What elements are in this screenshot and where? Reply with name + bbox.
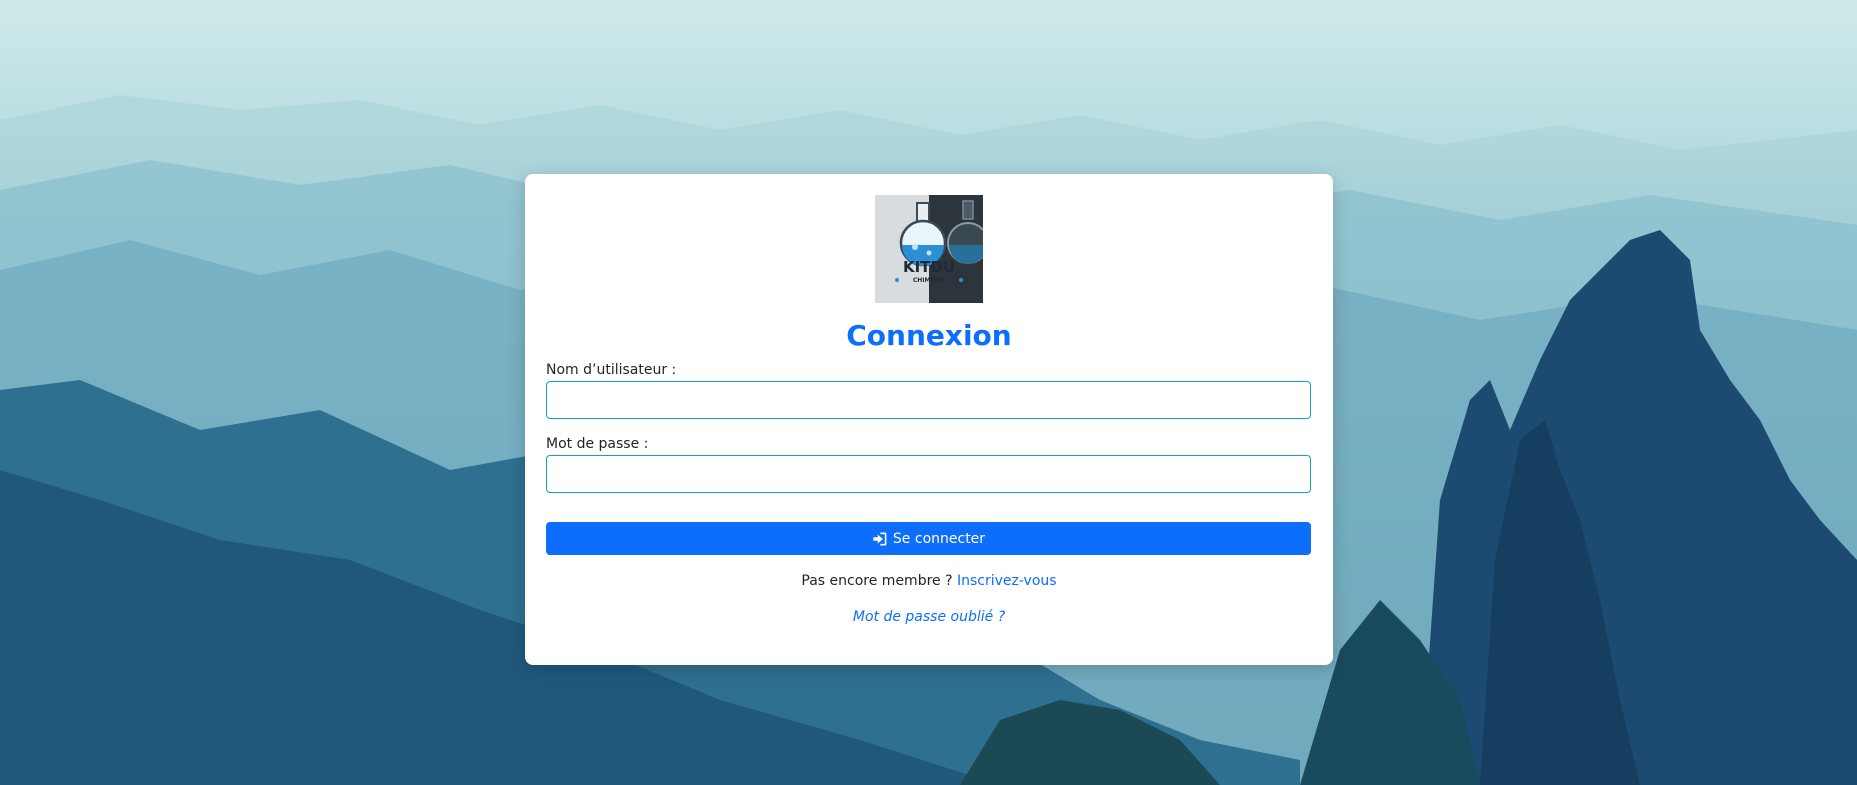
page-title: Connexion	[846, 319, 1012, 352]
password-field[interactable]	[546, 455, 1311, 493]
password-label: Mot de passe :	[546, 436, 649, 452]
flask-logo-icon: KITDU CHIMISTE	[875, 195, 983, 303]
login-card: KITDU CHIMISTE Connexion Nom d’utilisate…	[525, 174, 1333, 665]
site-logo: KITDU CHIMISTE	[875, 195, 983, 303]
forgot-password-row: Mot de passe oublié ?	[525, 609, 1333, 625]
logo-text-line1: KITDU	[903, 258, 955, 276]
login-button-label: Se connecter	[892, 530, 986, 547]
username-field[interactable]	[546, 381, 1311, 419]
logo-text-line2: CHIMISTE	[913, 277, 945, 284]
register-prompt-text: Pas encore membre ?	[801, 573, 953, 589]
register-link[interactable]: Inscrivez-vous	[957, 573, 1057, 589]
login-button[interactable]: Se connecter	[546, 522, 1311, 555]
username-label: Nom d’utilisateur :	[546, 362, 677, 378]
sign-in-icon	[872, 532, 887, 546]
register-prompt: Pas encore membre ? Inscrivez-vous	[525, 573, 1333, 589]
forgot-password-link[interactable]: Mot de passe oublié ?	[853, 609, 1005, 625]
